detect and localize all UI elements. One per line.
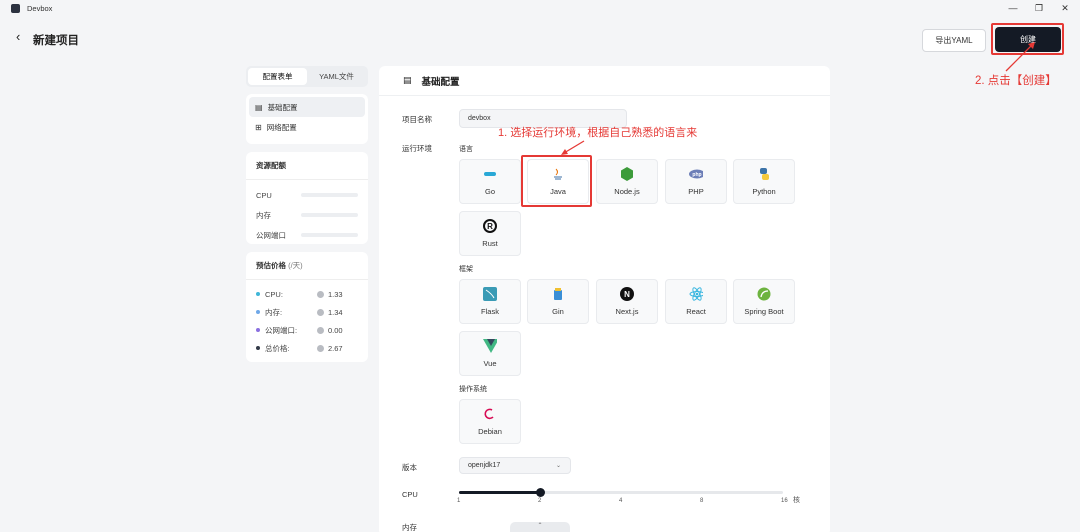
export-yaml-button[interactable]: 导出YAML [922, 29, 986, 52]
chevron-down-icon: ⌄ [555, 463, 561, 469]
react-icon [689, 287, 703, 301]
legend-dot [256, 328, 260, 332]
sidebar-item-network-config[interactable]: ⊞ 网络配置 [249, 117, 365, 137]
version-select[interactable]: openjdk17 ⌄ [459, 457, 571, 474]
back-icon[interactable]: ‹ [16, 29, 20, 44]
resource-bar [301, 233, 358, 237]
java-highlight-box [521, 155, 592, 207]
runtime-tile-flask[interactable]: Flask [459, 279, 521, 324]
page-header: ‹ 新建项目 导出YAML 创建 [0, 17, 1080, 65]
legend-dot [256, 346, 260, 350]
svg-text:N: N [624, 290, 630, 299]
document-icon: ▤ [255, 102, 263, 112]
cpu-unit: 核 [793, 497, 800, 504]
close-icon[interactable]: ✕ [1058, 2, 1072, 15]
sidebar-nav: ▤ 基础配置 ⊞ 网络配置 [246, 94, 368, 144]
network-icon: ⊞ [255, 122, 262, 132]
runtime-tile-php[interactable]: php PHP [665, 159, 727, 204]
vue-icon [483, 339, 497, 353]
runtime-tile-vue[interactable]: Vue [459, 331, 521, 376]
resource-bar [301, 193, 358, 197]
document-icon: ▤ [403, 75, 412, 85]
price-row-memory: 内存: 1.34 [246, 303, 368, 321]
minimize-icon[interactable]: — [1006, 2, 1020, 15]
runtime-tile-go[interactable]: Go [459, 159, 521, 204]
annotation-step2: 2. 点击【创建】 [975, 75, 1057, 87]
go-icon [483, 167, 497, 181]
app-icon [11, 4, 20, 13]
runtime-tile-rust[interactable]: R Rust [459, 211, 521, 256]
price-estimate-card: 预估价格 (/天) CPU: 1.33 内存: 1.34 公网端口: 0.00 … [246, 252, 368, 362]
annotation-step1: 1. 选择运行环境，根据自己熟悉的语言来 [498, 127, 698, 139]
resource-row-port: 公网端口 [246, 225, 368, 245]
title-bar: Devbox — ❐ ✕ [0, 0, 1080, 17]
legend-dot [256, 310, 260, 314]
page-title: 新建项目 [33, 35, 79, 47]
resource-bar [301, 213, 358, 217]
flask-icon [483, 287, 497, 301]
section-title: 基础配置 [421, 76, 460, 88]
framework-label: 框架 [459, 266, 473, 273]
price-unit: (/天) [288, 261, 303, 270]
rust-icon: R [483, 219, 497, 233]
sidebar-item-label: 网络配置 [266, 122, 297, 132]
runtime-tile-python[interactable]: Python [733, 159, 795, 204]
nextjs-icon: N [620, 287, 634, 301]
runtime-tile-nodejs[interactable]: Node.js [596, 159, 658, 204]
resource-quota-card: 资源配额 CPU 内存 公网端口 [246, 152, 368, 244]
tab-config-form[interactable]: 配置表单 [248, 68, 307, 85]
cpu-tick-label: 4 [619, 498, 623, 504]
runtime-tile-nextjs[interactable]: N Next.js [596, 279, 658, 324]
memory-label: 内存 [402, 523, 417, 532]
runtime-label: 运行环境 [402, 144, 432, 153]
version-label: 版本 [402, 463, 417, 472]
gin-icon [551, 287, 565, 301]
svg-text:R: R [487, 222, 493, 231]
tab-yaml-file[interactable]: YAML文件 [307, 68, 366, 85]
cpu-tick-label: 16 [781, 498, 788, 504]
price-row-port: 公网端口: 0.00 [246, 321, 368, 339]
sidebar-item-label: 基础配置 [267, 102, 298, 112]
language-label: 语言 [459, 146, 473, 153]
cpu-tick-label: 2 [538, 498, 542, 504]
coin-icon [317, 326, 324, 334]
svg-text:php: php [692, 172, 701, 178]
legend-dot [256, 292, 260, 296]
resource-row-memory: 内存 [246, 205, 368, 225]
cpu-tick-label: 1 [457, 498, 461, 504]
cpu-label: CPU [402, 490, 418, 499]
resource-row-cpu: CPU [246, 185, 368, 205]
coin-icon [317, 308, 324, 316]
window-controls: — ❐ ✕ [1006, 2, 1072, 15]
version-value: openjdk17 [468, 462, 501, 469]
cpu-tick-label: 8 [700, 498, 704, 504]
nodejs-icon [620, 167, 634, 181]
sidebar-item-basic-config[interactable]: ▤ 基础配置 [249, 97, 365, 117]
project-name-label: 项目名称 [402, 115, 432, 124]
window-title: Devbox [27, 4, 53, 13]
price-title: 预估价格 (/天) [246, 252, 368, 280]
runtime-tile-spring-boot[interactable]: Spring Boot [733, 279, 795, 324]
os-label: 操作系统 [459, 386, 487, 393]
runtime-tile-debian[interactable]: Debian [459, 399, 521, 444]
coin-icon [317, 344, 324, 352]
resource-quota-title: 资源配额 [246, 152, 368, 180]
restore-icon[interactable]: ❐ [1032, 2, 1046, 15]
annotation-arrow-create [1005, 42, 1035, 72]
section-header: ▤ 基础配置 [379, 66, 830, 96]
runtime-tile-react[interactable]: React [665, 279, 727, 324]
debian-icon [483, 407, 497, 421]
php-icon: php [689, 167, 703, 181]
cpu-slider[interactable] [459, 488, 783, 497]
python-icon [757, 167, 771, 181]
price-row-cpu: CPU: 1.33 [246, 285, 368, 303]
cpu-slider-thumb[interactable] [536, 488, 545, 497]
coin-icon [317, 290, 324, 298]
cpu-slider-fill [459, 491, 540, 494]
spring-boot-icon [757, 287, 771, 301]
scroll-up-button[interactable]: ⌃ [510, 522, 570, 532]
runtime-tile-gin[interactable]: Gin [527, 279, 589, 324]
price-row-total: 总价格: 2.67 [246, 339, 368, 357]
config-mode-tabs: 配置表单 YAML文件 [246, 66, 368, 87]
